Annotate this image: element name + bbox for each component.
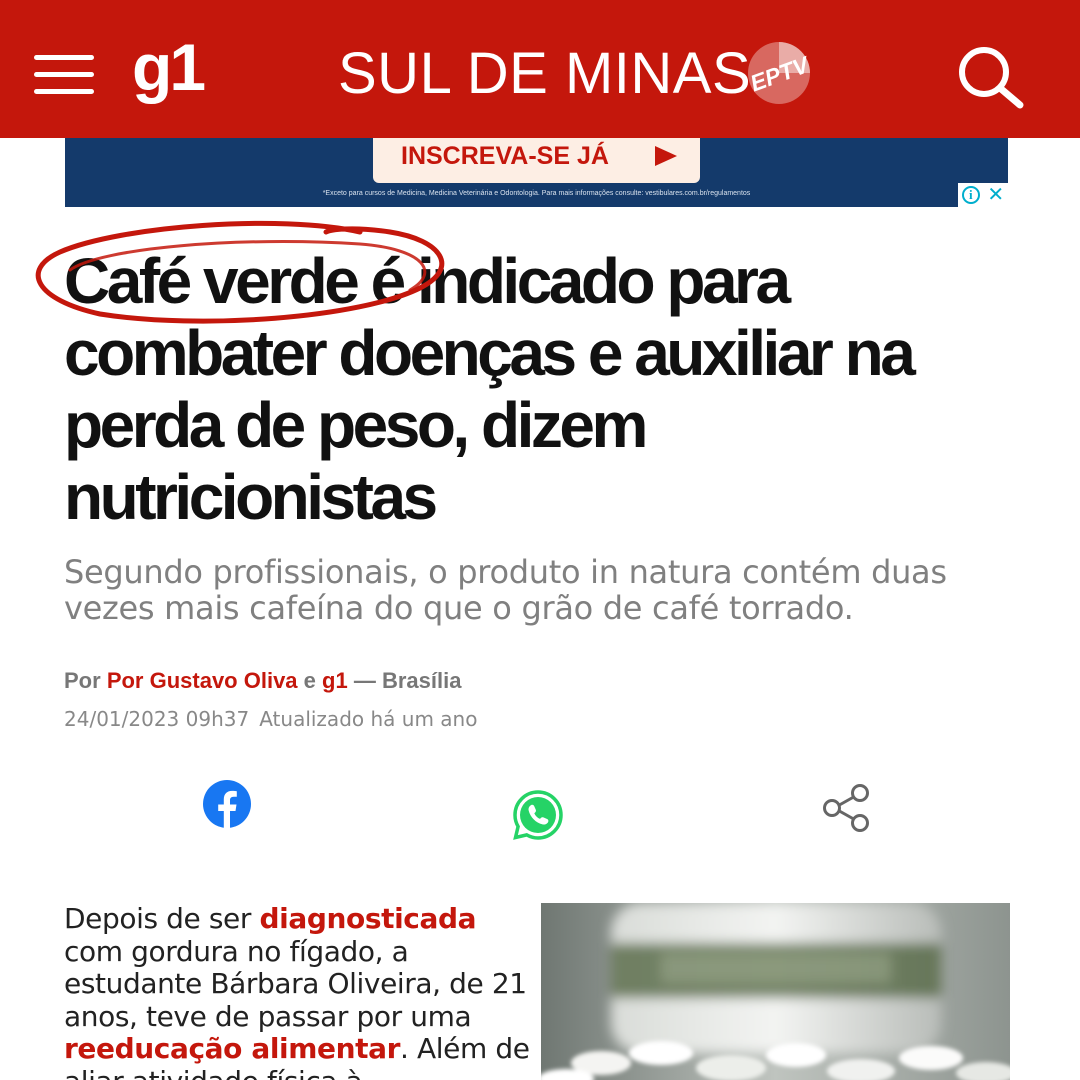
article-paragraph: Depois de ser diagnosticada com gordura … [64, 902, 532, 1080]
article-subtitle: Segundo profissionais, o produto in natu… [64, 553, 947, 627]
eptv-logo: EPTV [747, 42, 813, 104]
article-photo[interactable] [541, 903, 1010, 1080]
g1-logo[interactable]: g1 [132, 32, 206, 102]
share-icon[interactable] [821, 783, 871, 833]
outlet-link[interactable]: g1 [322, 668, 348, 693]
whatsapp-icon[interactable] [512, 789, 564, 841]
hamburger-menu-icon[interactable] [34, 55, 94, 95]
circle-highlight-annotation [35, 220, 445, 324]
advertisement-banner[interactable]: INSCREVA-SE JÁ *Exceto para cursos de Me… [65, 138, 1008, 207]
ad-info-icon[interactable]: i [961, 186, 980, 204]
play-arrow-icon [655, 146, 677, 166]
paragraph-text-1: Depois de ser [64, 902, 260, 935]
top-bar: g1 SUL DE MINAS EPTV [0, 0, 1080, 138]
byline-prefix: Por [64, 668, 101, 693]
ad-close-icon[interactable]: ✕ [987, 185, 1004, 205]
reeducacao-alimentar-link[interactable]: reeducação alimentar [64, 1032, 400, 1065]
diagnosticada-link[interactable]: diagnosticada [260, 902, 477, 935]
byline: Por Por Gustavo Oliva e g1 — Brasília [64, 667, 461, 695]
facebook-icon[interactable] [203, 780, 251, 828]
byline-conjunction: e [303, 668, 316, 693]
article-meta: 24/01/2023 09h37 Atualizado há um ano [64, 706, 477, 732]
published-date: 24/01/2023 09h37 [64, 707, 250, 731]
ad-cta-button[interactable]: INSCREVA-SE JÁ [373, 138, 700, 183]
region-title[interactable]: SUL DE MINAS [338, 42, 751, 106]
ad-choices[interactable]: i ✕ [958, 183, 1008, 207]
updated-date: Atualizado há um ano [259, 707, 478, 731]
ad-disclaimer: *Exceto para cursos de Medicina, Medicin… [322, 190, 751, 197]
ad-cta-label: INSCREVA-SE JÁ [401, 142, 609, 170]
author-link[interactable]: Por Gustavo Oliva [107, 668, 298, 693]
paragraph-text-2: com gordura no fígado, a estudante Bárba… [64, 934, 527, 1033]
search-icon[interactable] [955, 43, 1027, 111]
byline-location: — Brasília [353, 668, 462, 693]
